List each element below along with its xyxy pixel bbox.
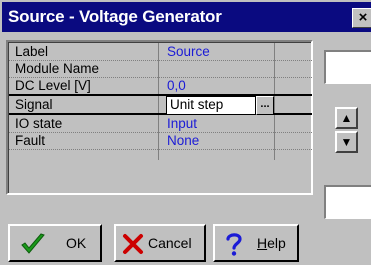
property-value[interactable]: Input (167, 116, 197, 132)
help-button[interactable]: Help (213, 224, 299, 262)
property-row-module-name[interactable]: Module Name (9, 61, 312, 78)
property-row-dc-level[interactable]: DC Level [V] 0,0 (9, 78, 312, 95)
signal-value-editor[interactable]: Unit step (166, 96, 256, 115)
property-value[interactable]: 0,0 (167, 78, 186, 94)
top-value-box[interactable] (324, 50, 371, 84)
ok-label: OK (66, 235, 87, 251)
property-row-signal[interactable]: Signal Unit step ... (9, 94, 312, 115)
property-row-io-state[interactable]: IO state Input (9, 116, 312, 133)
cross-icon (123, 234, 143, 254)
window-title: Source - Voltage Generator (8, 7, 222, 26)
property-name: IO state (15, 116, 63, 131)
right-panel: ▲ ▼ (318, 40, 371, 222)
cancel-label: Cancel (148, 235, 192, 251)
property-row-fault[interactable]: Fault None (9, 133, 312, 150)
arrow-up-icon: ▲ (340, 111, 353, 125)
property-row-label[interactable]: Label Source (9, 44, 312, 61)
property-name: Module Name (15, 61, 100, 76)
property-name: DC Level [V] (15, 78, 91, 93)
voltage-generator-dialog: Source - Voltage Generator × Label Sourc… (0, 0, 371, 265)
property-name: Signal (15, 97, 53, 112)
ellipsis-icon: ... (260, 98, 270, 110)
property-value[interactable]: None (167, 133, 199, 149)
close-icon: × (358, 9, 368, 26)
check-icon (21, 233, 45, 254)
question-icon (226, 233, 242, 256)
close-button[interactable]: × (352, 8, 371, 28)
property-name: Label (15, 44, 49, 59)
arrow-down-icon: ▼ (340, 135, 353, 149)
move-down-button[interactable]: ▼ (335, 131, 358, 153)
move-up-button[interactable]: ▲ (335, 107, 358, 129)
cancel-button[interactable]: Cancel (114, 224, 206, 262)
property-value[interactable]: Source (167, 44, 210, 60)
bottom-value-box[interactable] (324, 185, 371, 219)
ok-button[interactable]: OK (8, 224, 102, 262)
property-grid: Label Source Module Name DC Level [V] 0,… (6, 40, 313, 195)
title-bar[interactable]: Source - Voltage Generator × (2, 2, 371, 32)
help-label: Help (257, 235, 286, 251)
property-name: Fault (15, 133, 46, 148)
signal-browse-button[interactable]: ... (256, 96, 274, 115)
